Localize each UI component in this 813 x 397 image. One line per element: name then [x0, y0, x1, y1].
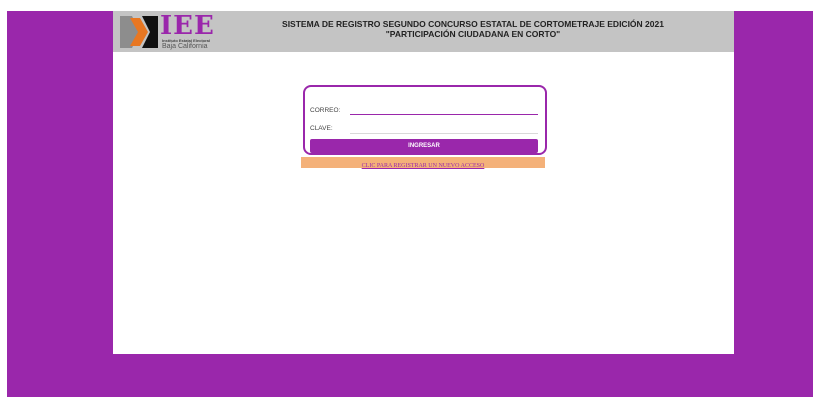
main-panel: IEE Instituto Estatal Electoral Baja Cal… [113, 11, 734, 354]
clave-input[interactable] [350, 124, 538, 134]
logo-mark-icon [120, 16, 158, 48]
correo-label: CORREO: [310, 107, 341, 114]
page-title-line2: "PARTICIPACIÓN CIUDADANA EN CORTO" [385, 29, 561, 39]
logo-wordmark: IEE [160, 11, 215, 41]
correo-input[interactable] [350, 105, 538, 115]
clave-label: CLAVE: [310, 125, 333, 132]
header-bar: IEE Instituto Estatal Electoral Baja Cal… [113, 11, 734, 52]
register-new-access-link[interactable]: CLIC PARA REGISTRAR UN NUEVO ACCESO [362, 163, 485, 169]
logo-subtitle-state: Baja California [162, 43, 208, 50]
page-title-line1: SISTEMA DE REGISTRO SEGUNDO CONCURSO EST… [282, 19, 664, 29]
login-form: CORREO: CLAVE: INGRESAR [303, 85, 547, 155]
iee-logo: IEE Instituto Estatal Electoral Baja Cal… [118, 11, 224, 50]
page-title: SISTEMA DE REGISTRO SEGUNDO CONCURSO EST… [263, 19, 683, 39]
register-bar: CLIC PARA REGISTRAR UN NUEVO ACCESO [301, 157, 545, 169]
ingresar-button[interactable]: INGRESAR [310, 139, 538, 153]
